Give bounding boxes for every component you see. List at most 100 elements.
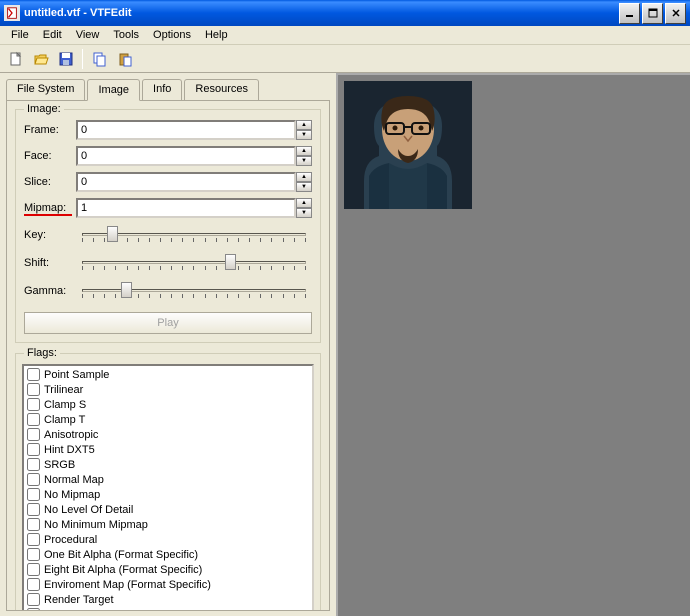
shift-thumb[interactable] — [225, 254, 236, 270]
gamma-thumb[interactable] — [121, 282, 132, 298]
left-panel: File System Image Info Resources Image: … — [0, 73, 336, 616]
frame-up[interactable]: ▲ — [296, 120, 312, 130]
flag-item[interactable]: Eight Bit Alpha (Format Specific) — [25, 562, 311, 577]
flag-label: Hint DXT5 — [44, 444, 95, 456]
flag-item[interactable]: Hint DXT5 — [25, 442, 311, 457]
new-button[interactable] — [4, 48, 27, 70]
toolbar-separator — [82, 49, 83, 69]
flag-checkbox[interactable] — [27, 518, 40, 531]
flag-checkbox[interactable] — [27, 548, 40, 561]
mipmap-label: Mipmap: — [24, 202, 76, 214]
shift-row: Shift: — [24, 252, 312, 274]
slice-input[interactable] — [76, 172, 296, 192]
flag-item[interactable]: Anisotropic — [25, 427, 311, 442]
tab-body: Image: Frame: ▲▼ Face: ▲▼ Sl — [6, 101, 330, 611]
flags-list[interactable]: Point Sample TrilinearClamp S Clamp T Aniso… — [22, 364, 314, 611]
face-up[interactable]: ▲ — [296, 146, 312, 156]
flag-checkbox[interactable] — [27, 503, 40, 516]
flag-item[interactable]: Trilinear — [25, 382, 311, 397]
gamma-slider[interactable] — [76, 280, 312, 302]
image-group: Image: Frame: ▲▼ Face: ▲▼ Sl — [15, 109, 321, 343]
frame-input[interactable] — [76, 120, 296, 140]
flag-item[interactable]: Clamp T — [25, 412, 311, 427]
play-button[interactable]: Play — [24, 312, 312, 334]
flag-checkbox[interactable] — [27, 383, 40, 396]
flag-item[interactable]: Point Sample — [25, 367, 311, 382]
flag-item[interactable]: Enviroment Map (Format Specific) — [25, 577, 311, 592]
flag-label: No Minimum Mipmap — [44, 519, 148, 531]
tabstrip: File System Image Info Resources — [6, 79, 330, 101]
flag-label: Point Sample — [44, 369, 109, 381]
flag-item[interactable]: Render Target — [25, 592, 311, 607]
tab-file-system[interactable]: File System — [6, 79, 85, 100]
face-down[interactable]: ▼ — [296, 156, 312, 166]
menu-tools[interactable]: Tools — [106, 27, 146, 43]
shift-slider[interactable] — [76, 252, 312, 274]
flag-label: Enviroment Map (Format Specific) — [44, 579, 211, 591]
tab-image[interactable]: Image — [87, 79, 140, 101]
toolbar — [0, 45, 690, 73]
slice-down[interactable]: ▼ — [296, 182, 312, 192]
save-button[interactable] — [54, 48, 77, 70]
key-thumb[interactable] — [107, 226, 118, 242]
flag-checkbox[interactable] — [27, 563, 40, 576]
flag-checkbox[interactable] — [27, 413, 40, 426]
flag-checkbox[interactable] — [27, 608, 40, 611]
flag-item[interactable]: No Level Of Detail — [25, 502, 311, 517]
window-title: untitled.vtf - VTFEdit — [24, 7, 619, 19]
flag-checkbox[interactable] — [27, 398, 40, 411]
flag-checkbox[interactable] — [27, 368, 40, 381]
flag-item[interactable]: Clamp S — [25, 397, 311, 412]
menu-options[interactable]: Options — [146, 27, 198, 43]
copy-button[interactable] — [88, 48, 111, 70]
paste-button[interactable] — [113, 48, 136, 70]
tab-resources[interactable]: Resources — [184, 79, 259, 100]
flag-checkbox[interactable] — [27, 533, 40, 546]
flag-label: Clamp T — [44, 414, 85, 426]
slice-up[interactable]: ▲ — [296, 172, 312, 182]
flag-checkbox[interactable] — [27, 443, 40, 456]
face-input[interactable] — [76, 146, 296, 166]
flag-item[interactable]: No Mipmap — [25, 487, 311, 502]
mipmap-input[interactable] — [76, 198, 296, 218]
flag-checkbox[interactable] — [27, 488, 40, 501]
flag-item[interactable]: Depth Render Target — [25, 607, 311, 611]
flag-label: One Bit Alpha (Format Specific) — [44, 549, 198, 561]
frame-down[interactable]: ▼ — [296, 130, 312, 140]
open-button[interactable] — [29, 48, 52, 70]
preview-pane — [336, 73, 690, 616]
mipmap-up[interactable]: ▲ — [296, 198, 312, 208]
flag-label: Eight Bit Alpha (Format Specific) — [44, 564, 202, 576]
flag-checkbox[interactable] — [27, 458, 40, 471]
minimize-button[interactable] — [619, 3, 640, 24]
flag-item[interactable]: Procedural — [25, 532, 311, 547]
face-row: Face: ▲▼ — [24, 146, 312, 166]
tab-info[interactable]: Info — [142, 79, 182, 100]
menu-file[interactable]: File — [4, 27, 36, 43]
flag-item[interactable]: No Minimum Mipmap — [25, 517, 311, 532]
flags-group-legend: Flags: — [24, 347, 60, 359]
frame-label: Frame: — [24, 124, 76, 136]
flag-checkbox[interactable] — [27, 428, 40, 441]
menu-edit[interactable]: Edit — [36, 27, 69, 43]
menu-view[interactable]: View — [69, 27, 107, 43]
flag-checkbox[interactable] — [27, 578, 40, 591]
flag-checkbox[interactable] — [27, 473, 40, 486]
window-buttons — [619, 3, 686, 24]
flag-item[interactable]: One Bit Alpha (Format Specific) — [25, 547, 311, 562]
flag-label: Depth Render Target — [44, 609, 146, 612]
close-button[interactable] — [665, 3, 686, 24]
mipmap-down[interactable]: ▼ — [296, 208, 312, 218]
flag-item[interactable]: Normal Map — [25, 472, 311, 487]
flag-label: Trilinear — [44, 384, 83, 396]
flag-checkbox[interactable] — [27, 593, 40, 606]
gamma-row: Gamma: — [24, 280, 312, 302]
flag-item[interactable]: SRGB — [25, 457, 311, 472]
menu-help[interactable]: Help — [198, 27, 235, 43]
flag-label: Anisotropic — [44, 429, 98, 441]
key-slider[interactable] — [76, 224, 312, 246]
shift-label: Shift: — [24, 257, 76, 269]
maximize-button[interactable] — [642, 3, 663, 24]
key-row: Key: — [24, 224, 312, 246]
slice-label: Slice: — [24, 176, 76, 188]
